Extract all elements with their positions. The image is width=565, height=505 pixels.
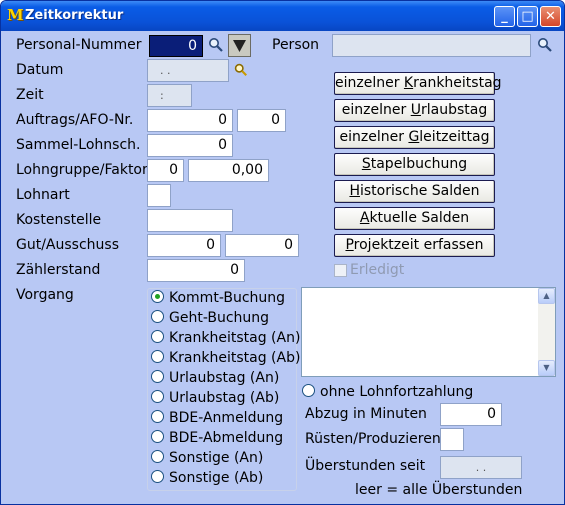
radio-indicator[interactable] (151, 330, 164, 343)
person-search-icon[interactable] (536, 37, 554, 55)
radio-indicator[interactable] (151, 430, 164, 443)
datum-label: Datum (16, 62, 64, 78)
ruesten-field[interactable] (440, 428, 464, 451)
aktuelle-salden-button[interactable]: Aktuelle Salden (334, 207, 495, 230)
lohngruppe-field[interactable]: 0 (147, 159, 184, 182)
ausschuss-field[interactable]: 0 (225, 234, 299, 257)
zeit-field[interactable]: : (147, 84, 192, 107)
radio-indicator[interactable] (302, 384, 315, 397)
radio-indicator[interactable] (151, 410, 164, 423)
radio-indicator[interactable] (151, 470, 164, 483)
scroll-up-icon[interactable]: ▲ (538, 288, 555, 304)
radio-geht-buchung[interactable]: Geht-Buchung (151, 310, 269, 330)
personal-nummer-field[interactable]: 0 (149, 35, 203, 57)
gut-field[interactable]: 0 (147, 234, 221, 257)
ueberstunden-hint: leer = alle Überstunden (355, 482, 523, 498)
radio-urlaubstag-ab[interactable]: Urlaubstag (Ab) (151, 390, 279, 410)
radio-indicator[interactable] (151, 370, 164, 383)
notes-textarea[interactable]: ▲ ▼ (301, 287, 556, 377)
lohnart-label: Lohnart (16, 187, 70, 203)
zeitkorrektur-window: M Zeitkorrektur _ □ ✕ Personal-Nummer Da… (0, 0, 565, 505)
einzelner-krankheitstag-button[interactable]: einzelner Krankheitstag (334, 72, 502, 95)
datum-search-icon[interactable] (232, 63, 250, 81)
afo-nr-field[interactable]: 0 (237, 109, 286, 132)
radio-krankheitstag-ab[interactable]: Krankheitstag (Ab) (151, 350, 300, 370)
sammel-lohnschein-field[interactable]: 0 (147, 134, 233, 157)
lohngruppe-label: Lohngruppe/Faktor (16, 162, 148, 178)
faktor-field[interactable]: 0,00 (188, 159, 269, 182)
radio-indicator[interactable] (151, 350, 164, 363)
gut-ausschuss-label: Gut/Ausschuss (16, 237, 119, 253)
kostenstelle-label: Kostenstelle (16, 212, 102, 228)
radio-sonstige-an[interactable]: Sonstige (An) (151, 450, 263, 470)
auftrags-label: Auftrags/AFO-Nr. (16, 112, 134, 128)
ruesten-label: Rüsten/Produzieren (305, 431, 441, 447)
close-button[interactable]: ✕ (540, 6, 561, 27)
radio-bde-abmeldung[interactable]: BDE-Abmeldung (151, 430, 283, 450)
radio-indicator[interactable] (151, 450, 164, 463)
notes-scrollbar[interactable]: ▲ ▼ (538, 288, 555, 376)
erledigt-label: Erledigt (350, 262, 405, 278)
person-field[interactable] (332, 34, 531, 57)
radio-sonstige-ab[interactable]: Sonstige (Ab) (151, 470, 263, 490)
radio-ohne-lohnfortzahlung[interactable]: ohne Lohnfortzahlung (302, 384, 473, 404)
erledigt-checkbox[interactable] (334, 264, 347, 277)
window-title: Zeitkorrektur (25, 8, 124, 23)
app-icon: M (7, 6, 24, 24)
radio-urlaubstag-an[interactable]: Urlaubstag (An) (151, 370, 279, 390)
abzug-field[interactable]: 0 (440, 403, 502, 426)
zeit-label: Zeit (16, 87, 44, 103)
radio-kommt-buchung[interactable]: Kommt-Buchung (151, 290, 285, 310)
personal-nummer-label: Personal-Nummer (16, 37, 142, 53)
ueberstunden-label: Überstunden seit (305, 458, 426, 474)
stapelbuchung-button[interactable]: Stapelbuchung (334, 153, 495, 176)
search-icon[interactable] (207, 37, 225, 55)
einzelner-gleitzeittag-button[interactable]: einzelner Gleitzeittag (334, 126, 495, 149)
kostenstelle-field[interactable] (147, 209, 233, 232)
radio-indicator[interactable] (151, 390, 164, 403)
scroll-down-icon[interactable]: ▼ (538, 360, 555, 376)
vorgang-label: Vorgang (16, 287, 74, 303)
title-bar[interactable]: M Zeitkorrektur _ □ ✕ (1, 1, 564, 31)
radio-krankheitstag-an[interactable]: Krankheitstag (An) (151, 330, 300, 350)
abzug-label: Abzug in Minuten (305, 406, 427, 422)
maximize-button[interactable]: □ (517, 6, 538, 27)
person-label: Person (272, 37, 320, 53)
zaehlerstand-label: Zählerstand (16, 262, 101, 278)
ueberstunden-date-field[interactable]: . . (440, 456, 522, 479)
einzelner-urlaubstag-button[interactable]: einzelner Urlaubstag (334, 99, 495, 122)
dropdown-arrow-icon[interactable] (228, 34, 251, 57)
lohnart-field[interactable] (147, 184, 171, 207)
datum-field[interactable]: . . (147, 59, 229, 82)
radio-bde-anmeldung[interactable]: BDE-Anmeldung (151, 410, 283, 430)
minimize-button[interactable]: _ (494, 6, 515, 27)
zaehlerstand-field[interactable]: 0 (147, 259, 245, 282)
historische-salden-button[interactable]: Historische Salden (334, 180, 495, 203)
radio-indicator[interactable] (151, 290, 164, 303)
sammel-label: Sammel-Lohnsch. (16, 137, 141, 153)
projektzeit-erfassen-button[interactable]: Projektzeit erfassen (334, 234, 495, 257)
radio-indicator[interactable] (151, 310, 164, 323)
auftrags-nr-field[interactable]: 0 (147, 109, 233, 132)
